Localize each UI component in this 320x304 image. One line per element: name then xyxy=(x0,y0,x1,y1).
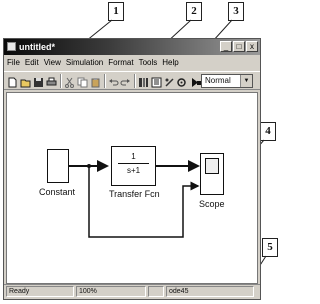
status-ready: Ready xyxy=(6,286,74,297)
status-zoom: 100% xyxy=(76,286,146,297)
library-icon[interactable] xyxy=(138,75,149,87)
redo-icon[interactable] xyxy=(120,75,131,86)
menu-file[interactable]: File xyxy=(7,56,20,70)
title-bar[interactable]: untitled* _ □ x xyxy=(4,39,260,55)
scope-screen xyxy=(205,158,219,174)
status-bar: Ready 100% ode45 xyxy=(4,284,260,299)
copy-icon[interactable] xyxy=(77,75,88,88)
window-title: untitled* xyxy=(19,42,55,52)
debug-icon[interactable] xyxy=(164,75,175,87)
simulink-window: untitled* _ □ x File Edit View Simulatio… xyxy=(3,38,261,300)
transfer-fcn-label: Transfer Fcn xyxy=(109,189,160,199)
paste-icon[interactable] xyxy=(90,75,101,88)
toolbar: Normal ▼ xyxy=(4,71,260,90)
menu-bar: File Edit View Simulation Format Tools H… xyxy=(4,56,260,70)
chevron-down-icon[interactable]: ▼ xyxy=(240,75,252,87)
print-icon[interactable] xyxy=(46,75,57,86)
model-canvas[interactable]: Constant 1 s+1 Transfer Fcn Scope xyxy=(6,92,258,284)
new-icon[interactable] xyxy=(7,75,18,88)
constant-label: Constant xyxy=(39,187,76,197)
cut-icon[interactable] xyxy=(64,75,75,88)
simulation-mode-select[interactable]: Normal ▼ xyxy=(201,74,253,88)
menu-edit[interactable]: Edit xyxy=(25,56,39,70)
minimize-button[interactable]: _ xyxy=(220,41,232,52)
app-icon xyxy=(7,42,16,51)
close-button[interactable]: x xyxy=(246,41,258,52)
menu-simulation[interactable]: Simulation xyxy=(66,56,103,70)
transfer-denominator: s+1 xyxy=(126,166,141,175)
scope-block[interactable] xyxy=(200,153,224,195)
save-icon[interactable] xyxy=(33,75,44,87)
maximize-button[interactable]: □ xyxy=(233,41,245,52)
model-browser-icon[interactable] xyxy=(151,75,162,88)
menu-help[interactable]: Help xyxy=(162,56,178,70)
status-empty xyxy=(148,286,164,297)
mode-value: Normal xyxy=(205,76,231,85)
undo-icon[interactable] xyxy=(108,75,119,86)
transfer-fcn-block[interactable]: 1 s+1 xyxy=(111,146,156,186)
transfer-numerator: 1 xyxy=(131,152,136,161)
menu-tools[interactable]: Tools xyxy=(139,56,158,70)
open-icon[interactable] xyxy=(20,75,31,88)
constant-block[interactable] xyxy=(47,149,69,183)
fraction-bar xyxy=(118,163,149,164)
menu-format[interactable]: Format xyxy=(108,56,133,70)
scope-label: Scope xyxy=(199,199,225,209)
menu-view[interactable]: View xyxy=(44,56,61,70)
status-solver: ode45 xyxy=(166,286,254,297)
settings-icon[interactable] xyxy=(176,75,187,87)
